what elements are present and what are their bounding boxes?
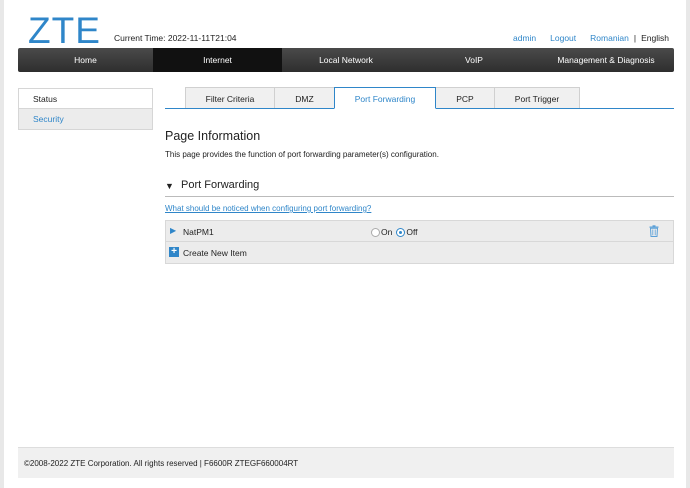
main-nav: Home Internet Local Network VoIP Managem… — [18, 48, 674, 72]
radio-on-label: On — [381, 227, 393, 237]
tab-dmz[interactable]: DMZ — [274, 87, 335, 109]
help-link[interactable]: What should be noticed when configuring … — [165, 204, 371, 213]
tab-pcp[interactable]: PCP — [435, 87, 495, 109]
plus-icon[interactable]: + — [169, 247, 179, 257]
sidebar-item-security[interactable]: Security — [18, 109, 153, 130]
lang-separator: | — [633, 33, 637, 43]
radio-off[interactable] — [396, 227, 406, 237]
nav-voip[interactable]: VoIP — [410, 48, 538, 72]
rule-row: ▶ NatPM1 On Off — [165, 220, 674, 242]
lang-english-label: English — [641, 33, 669, 43]
nav-management-diagnosis[interactable]: Management & Diagnosis — [538, 48, 674, 72]
footer-copyright: ©2008-2022 ZTE Corporation. All rights r… — [24, 459, 299, 468]
sidebar-item-status[interactable]: Status — [18, 88, 153, 109]
radio-on[interactable] — [371, 227, 380, 237]
lang-romanian-link[interactable]: Romanian — [590, 33, 629, 43]
nav-home[interactable]: Home — [18, 48, 153, 72]
expand-arrow-icon[interactable]: ▶ — [170, 226, 176, 235]
page-title: Page Information — [165, 129, 261, 143]
trash-icon[interactable] — [649, 225, 659, 237]
create-new-item-label[interactable]: Create New Item — [183, 248, 247, 258]
page-description: This page provides the function of port … — [165, 150, 439, 159]
collapse-triangle-icon[interactable]: ▼ — [165, 181, 174, 191]
nav-internet[interactable]: Internet — [153, 48, 282, 72]
section-title: Port Forwarding — [181, 179, 260, 191]
tab-bar: Filter Criteria DMZ Port Forwarding PCP … — [185, 87, 580, 109]
section-header[interactable]: ▼ Port Forwarding — [165, 178, 674, 197]
sidebar: Status Security — [18, 88, 153, 130]
tab-port-trigger[interactable]: Port Trigger — [494, 87, 580, 109]
create-row[interactable]: + Create New Item — [165, 242, 674, 264]
tab-filter-criteria[interactable]: Filter Criteria — [185, 87, 275, 109]
radio-off-label: Off — [406, 227, 418, 237]
tab-port-forwarding[interactable]: Port Forwarding — [334, 87, 436, 109]
current-time: Current Time: 2022-11-11T21:04 — [114, 33, 237, 43]
footer: ©2008-2022 ZTE Corporation. All rights r… — [18, 447, 674, 478]
rule-name: NatPM1 — [183, 227, 214, 237]
top-links: admin Logout Romanian | English — [513, 33, 669, 43]
zte-logo: ZTE — [28, 10, 101, 51]
rule-toggle: On Off — [371, 227, 422, 237]
admin-link[interactable]: admin — [513, 33, 536, 43]
nav-local-network[interactable]: Local Network — [282, 48, 410, 72]
logout-link[interactable]: Logout — [550, 33, 576, 43]
